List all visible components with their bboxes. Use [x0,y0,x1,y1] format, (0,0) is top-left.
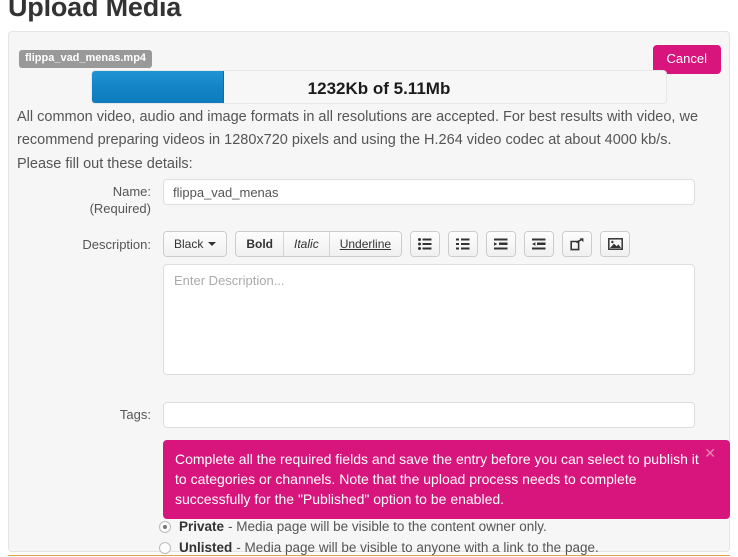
underline-button[interactable]: Underline [329,232,402,256]
text-color-value: Black [174,237,204,251]
italic-button[interactable]: Italic [284,232,330,256]
radio-unlisted-indicator[interactable] [159,542,171,554]
unordered-list-button[interactable] [411,232,440,256]
text-color-group: Black [163,231,228,257]
link-button[interactable] [563,232,592,256]
publish-requirements-alert: ✕ Complete all the required fields and s… [163,440,730,519]
outdent-button[interactable] [487,232,516,256]
description-label: Description: [82,237,151,252]
outdent-icon [494,238,508,250]
tags-label: Tags: [119,407,151,422]
name-input[interactable] [163,179,695,205]
description-textarea[interactable] [163,264,695,375]
fill-details-text: Please fill out these details: [17,156,193,172]
upload-progress-text: 1232Kb of 5.11Mb [307,79,451,98]
close-icon[interactable]: ✕ [698,445,722,461]
image-group [600,231,631,257]
upload-progress-bar: 1232Kb of 5.11Mb [91,70,667,104]
tags-input[interactable] [163,402,695,428]
uploaded-filename-badge: flippa_vad_menas.mp4 [19,50,153,68]
privacy-private-label: Private [179,519,225,534]
outdent-group [486,231,517,257]
bold-button[interactable]: Bold [236,232,285,256]
unordered-list-icon [418,238,432,250]
supported-formats-text: All common video, audio and image format… [17,109,699,148]
text-style-group: Bold Italic Underline [235,231,403,257]
page-title: Upload Media [8,0,182,22]
indent-button[interactable] [525,232,554,256]
alert-message: Complete all the required fields and sav… [175,451,699,507]
unordered-list-group [410,231,441,257]
indent-group [524,231,555,257]
name-required-label: (Required) [89,201,151,216]
radio-private-indicator[interactable] [159,521,171,533]
privacy-option-private[interactable]: Private - Media page will be visible to … [159,518,547,536]
indent-icon [532,238,546,250]
text-color-dropdown[interactable]: Black [164,232,227,256]
link-icon [570,237,584,251]
image-icon [607,238,623,250]
insert-image-button[interactable] [601,232,630,256]
ordered-list-icon [456,238,470,250]
ordered-list-group [448,231,479,257]
link-group [562,231,593,257]
description-editor-toolbar: Black Bold Italic Underline [163,231,638,257]
privacy-private-description: - Media page will be visible to the cont… [228,519,547,534]
chevron-down-icon [208,242,217,246]
ordered-list-button[interactable] [449,232,478,256]
name-label: Name: [112,184,151,199]
